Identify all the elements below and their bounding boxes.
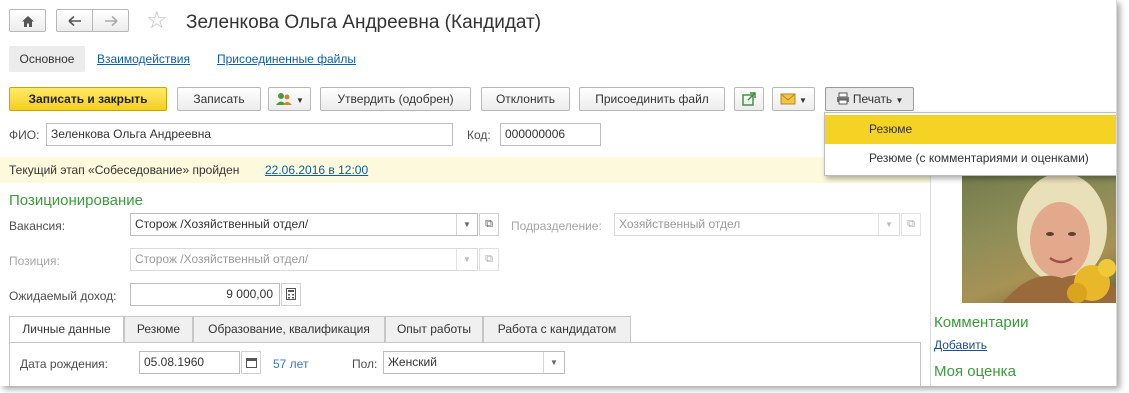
calendar-icon: [245, 358, 257, 368]
sex-label: Пол:: [352, 357, 378, 371]
nav-attached-files[interactable]: Присоединенные файлы: [217, 52, 356, 66]
chevron-down-icon: ▼: [799, 96, 807, 105]
nav-interactions[interactable]: Взаимодействия: [97, 52, 190, 66]
fio-field[interactable]: Зеленкова Ольга Андреевна: [46, 123, 453, 146]
users-icon: [276, 92, 293, 105]
position-value: Сторож /Хозяйственный отдел/: [135, 252, 309, 266]
envelope-icon: [780, 93, 796, 105]
sex-field[interactable]: Женский ▼: [383, 351, 565, 374]
birth-label: Дата рождения:: [20, 357, 108, 371]
printer-icon: [836, 92, 849, 105]
candidate-window: ☆ Зеленкова Ольга Андреевна (Кандидат) О…: [0, 0, 1117, 386]
age-text: 57 лет: [273, 357, 309, 371]
tab-personal[interactable]: Личные данные: [9, 316, 124, 343]
open-external-button[interactable]: [734, 87, 764, 111]
print-dropdown-button[interactable]: Печать ▼: [825, 87, 914, 111]
add-comment-link[interactable]: Добавить: [934, 338, 987, 352]
home-icon: [21, 16, 34, 27]
income-field[interactable]: 9 000,00: [130, 283, 280, 306]
arrow-left-icon: [67, 15, 81, 27]
division-label: Подразделение:: [511, 219, 602, 233]
chevron-down-icon: ▼: [456, 249, 477, 270]
reject-button[interactable]: Отклонить: [481, 87, 570, 111]
chevron-down-icon: ▼: [895, 96, 904, 105]
save-button[interactable]: Записать: [177, 87, 261, 111]
candidate-photo: [962, 168, 1116, 303]
birth-field[interactable]: 05.08.1960: [139, 351, 240, 374]
nav-main[interactable]: Основное: [9, 46, 85, 72]
chevron-down-icon: ▼: [878, 214, 899, 235]
position-label: Позиция:: [9, 254, 60, 268]
window-title: Зеленкова Ольга Андреевна (Кандидат): [186, 12, 542, 33]
fio-label: ФИО:: [9, 128, 40, 142]
sex-value: Женский: [388, 355, 437, 369]
photo-portrait: [1002, 173, 1116, 303]
tab-resume[interactable]: Резюме: [124, 316, 193, 342]
chevron-down-icon[interactable]: ▼: [456, 214, 477, 235]
chevron-down-icon: ▼: [296, 96, 304, 105]
stage-text: Текущий этап «Собеседование» пройден: [9, 163, 240, 177]
forward-button[interactable]: [92, 9, 129, 32]
section-positioning-title: Позиционирование: [9, 192, 144, 209]
calculator-icon: [286, 288, 296, 300]
birth-value: 05.08.1960: [144, 355, 205, 369]
tab-candidate-work[interactable]: Работа с кандидатом: [483, 316, 631, 342]
print-label: Печать: [852, 92, 893, 106]
comments-title: Комментарии: [934, 314, 1029, 331]
income-label: Ожидаемый доход:: [9, 289, 117, 303]
position-open-button: ⧉: [479, 248, 499, 271]
division-open-button: ⧉: [901, 213, 921, 236]
vacancy-field[interactable]: Сторож /Хозяйственный отдел/ ▼: [130, 213, 478, 236]
stage-date-link[interactable]: 22.06.2016 в 12:00: [265, 163, 368, 177]
print-menu-item-resume-full[interactable]: Резюме (с комментариями и оценками): [825, 144, 1116, 173]
position-field: Сторож /Хозяйственный отдел/ ▼: [130, 248, 478, 271]
calendar-button[interactable]: [241, 351, 261, 374]
calculator-button[interactable]: [281, 283, 301, 306]
print-menu-item-resume[interactable]: Резюме: [825, 115, 1116, 144]
external-link-icon: [742, 92, 756, 106]
save-close-button[interactable]: Записать и закрыть: [9, 87, 167, 111]
tab-education[interactable]: Образование, квалификация: [193, 316, 385, 342]
division-value: Хозяйственный отдел: [619, 217, 741, 231]
back-button[interactable]: [56, 9, 93, 32]
arrow-right-icon: [104, 15, 118, 27]
approve-button[interactable]: Утвердить (одобрен): [320, 87, 471, 111]
vacancy-label: Вакансия:: [9, 219, 66, 233]
favorite-star-icon[interactable]: ☆: [146, 8, 168, 34]
right-panel-divider: [930, 157, 931, 386]
division-field: Хозяйственный отдел ▼: [614, 213, 900, 236]
code-field[interactable]: 000000006: [500, 123, 601, 146]
income-value: 9 000,00: [226, 287, 273, 301]
vacancy-value: Сторож /Хозяйственный отдел/: [135, 217, 309, 231]
vacancy-open-button[interactable]: ⧉: [479, 213, 499, 236]
rating-title: Моя оценка: [934, 363, 1016, 380]
home-button[interactable]: [9, 9, 46, 32]
mail-dropdown-button[interactable]: ▼: [772, 87, 815, 111]
attach-file-button[interactable]: Присоединить файл: [579, 87, 725, 111]
code-label: Код:: [467, 128, 491, 142]
users-dropdown-button[interactable]: ▼: [268, 87, 311, 111]
chevron-down-icon[interactable]: ▼: [543, 352, 564, 373]
print-menu: Резюме Резюме (с комментариями и оценкам…: [824, 112, 1116, 176]
tab-experience[interactable]: Опыт работы: [385, 316, 483, 342]
